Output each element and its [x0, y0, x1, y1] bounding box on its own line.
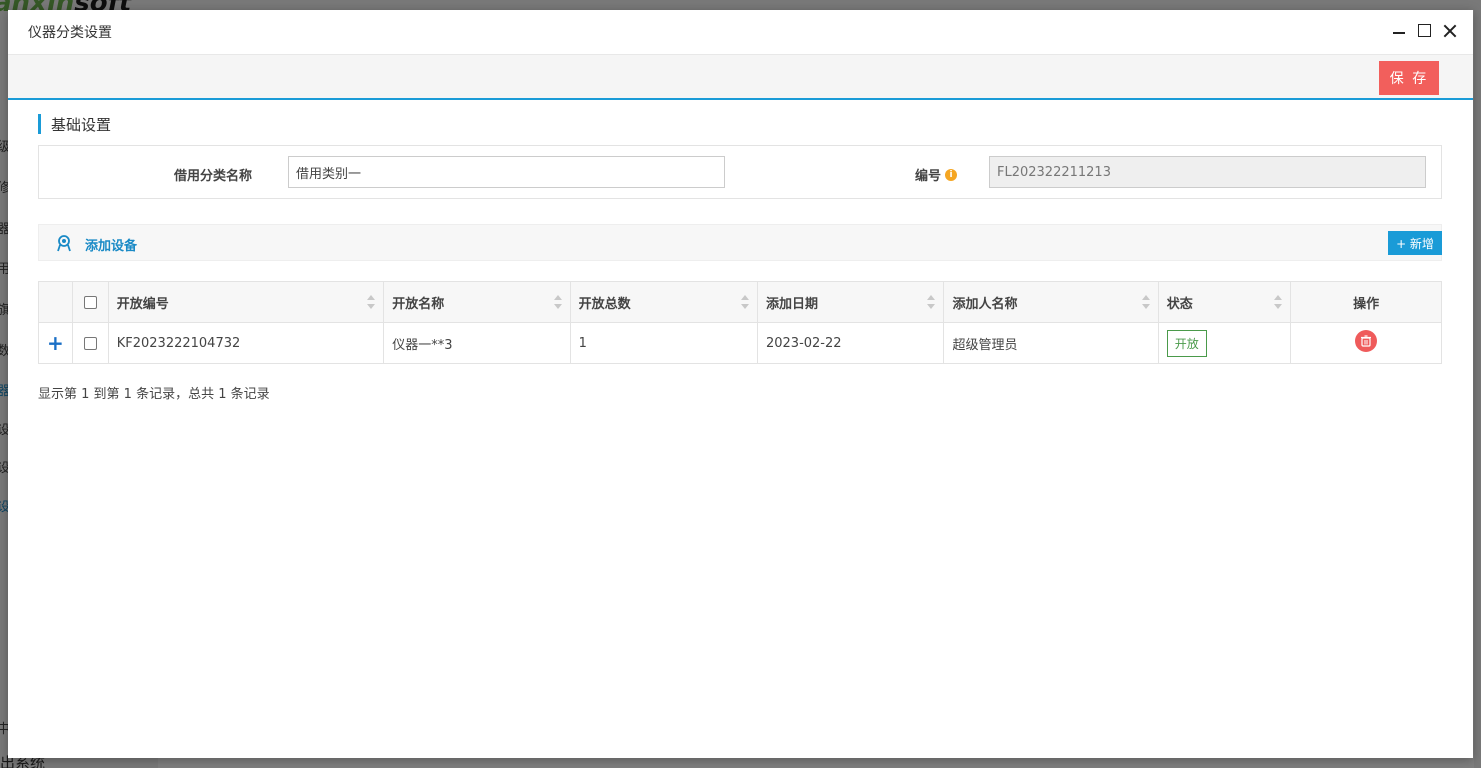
column-header-actions: 操作	[1290, 281, 1442, 323]
code-input	[989, 156, 1426, 188]
basic-settings-form: 借用分类名称 编号 i	[38, 145, 1442, 199]
expand-cell: +	[38, 322, 73, 364]
cell-adder: 超级管理员	[943, 322, 1159, 364]
column-header-label: 开放总数	[578, 296, 631, 312]
cell-total: 1	[569, 322, 758, 364]
sort-icon[interactable]	[553, 295, 562, 309]
pagination-summary: 显示第 1 到第 1 条记录，总共 1 条记录	[38, 387, 270, 402]
sort-icon[interactable]	[1141, 295, 1150, 309]
column-header-label: 添加人名称	[952, 296, 1018, 312]
minimize-icon[interactable]	[1392, 24, 1406, 38]
code-label-group: 编号 i	[915, 165, 958, 184]
maximize-icon[interactable]	[1418, 23, 1432, 37]
add-new-button[interactable]: + 新增	[1388, 231, 1442, 255]
add-equipment-title: 添加设备	[85, 239, 138, 254]
expand-column-header	[38, 281, 73, 323]
column-header-label: 状态	[1166, 296, 1193, 312]
column-header-date[interactable]: 添加日期	[756, 281, 945, 323]
dialog-titlebar: 仪器分类设置	[8, 10, 1473, 55]
category-settings-dialog: 仪器分类设置 保 存 基础设置 借用分类名称 编号 i 添加设备 + 新增	[8, 10, 1473, 758]
table-header-row: 开放编号 开放名称 开放总数 添加日期 添加人名称 状态 操作	[38, 281, 1442, 323]
sort-icon[interactable]	[740, 295, 749, 309]
cell-name: 仪器一**3	[383, 322, 571, 364]
column-header-name[interactable]: 开放名称	[383, 281, 571, 323]
add-equipment-bar: 添加设备 + 新增	[38, 224, 1442, 261]
section-heading-basic: 基础设置	[38, 114, 111, 134]
status-badge[interactable]: 开放	[1166, 329, 1207, 357]
equipment-icon	[57, 235, 71, 252]
dialog-toolbar: 保 存	[8, 55, 1473, 100]
sort-icon[interactable]	[367, 295, 376, 309]
window-controls	[1392, 23, 1457, 38]
dialog-title: 仪器分类设置	[28, 25, 112, 41]
column-header-label: 开放名称	[392, 296, 445, 312]
select-all-checkbox[interactable]	[83, 295, 97, 309]
column-header-code[interactable]: 开放编号	[107, 281, 385, 323]
column-header-adder[interactable]: 添加人名称	[943, 281, 1159, 323]
code-label: 编号	[915, 169, 942, 184]
column-header-label: 添加日期	[765, 296, 818, 312]
equipment-table: 开放编号 开放名称 开放总数 添加日期 添加人名称 状态 操作 + KF2023…	[38, 281, 1442, 364]
info-icon[interactable]: i	[945, 168, 958, 181]
column-header-total[interactable]: 开放总数	[569, 281, 758, 323]
select-all-header	[71, 281, 109, 323]
sort-icon[interactable]	[927, 295, 936, 309]
column-header-status[interactable]: 状态	[1157, 281, 1292, 323]
delete-trash-icon[interactable]	[1355, 330, 1378, 352]
cell-actions	[1290, 322, 1442, 364]
cell-date: 2023-02-22	[756, 322, 945, 364]
category-name-input[interactable]	[288, 156, 725, 188]
row-select-cell	[71, 322, 109, 364]
close-icon[interactable]	[1443, 24, 1457, 38]
sort-icon[interactable]	[1274, 295, 1283, 309]
cell-code: KF2023222104732	[107, 322, 385, 364]
cell-status: 开放	[1157, 322, 1292, 364]
column-header-label: 开放编号	[116, 296, 169, 312]
category-name-label: 借用分类名称	[174, 169, 253, 184]
save-button[interactable]: 保 存	[1379, 61, 1439, 95]
row-checkbox[interactable]	[83, 336, 97, 350]
expand-plus-icon[interactable]: +	[47, 333, 64, 353]
table-row: + KF2023222104732 仪器一**3 1 2023-02-22 超级…	[38, 322, 1442, 364]
